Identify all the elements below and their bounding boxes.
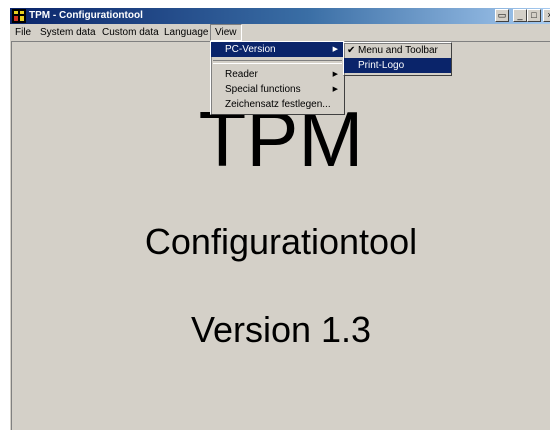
version-label: Version 1.3 [190, 309, 372, 350]
menu-item-menu-and-toolbar[interactable]: ✔ Menu and Toolbar [344, 43, 451, 58]
app-subheading: Configurationtool [144, 221, 418, 262]
menu-item-pc-version[interactable]: PC-Version ▶ [211, 42, 344, 57]
minimize-button[interactable]: _ [513, 9, 527, 22]
window-title: TPM - Configurationtool [29, 10, 143, 21]
submenu-arrow-icon: ▶ [332, 86, 338, 93]
view-menu-dropdown: PC-Version ▶ Reader ▶ Special functions … [210, 41, 345, 115]
main-window: TPM - Configurationtool ▭ _ □ × File Sys… [9, 7, 550, 430]
title-bar[interactable]: TPM - Configurationtool ▭ _ □ × [10, 8, 550, 24]
menu-view[interactable]: View [210, 24, 242, 41]
check-icon: ✔ [347, 45, 356, 56]
maximize-button[interactable]: □ [527, 9, 541, 22]
submenu-arrow-icon: ▶ [332, 71, 338, 78]
menu-separator [213, 60, 342, 64]
close-button[interactable]: × [543, 9, 550, 22]
submenu-arrow-icon: ▶ [332, 46, 338, 53]
menu-item-print-logo[interactable]: Print-Logo [344, 58, 451, 73]
menu-system-data[interactable]: System data [36, 24, 100, 41]
menu-item-special-functions[interactable]: Special functions ▶ [211, 82, 344, 97]
menu-item-reader[interactable]: Reader ▶ [211, 67, 344, 82]
menu-bar: File System data Custom data Language Vi… [10, 24, 550, 41]
menu-file[interactable]: File [11, 24, 35, 41]
menu-custom-data[interactable]: Custom data [98, 24, 163, 41]
menu-item-zeichensatz[interactable]: Zeichensatz festlegen... [211, 97, 344, 112]
app-icon[interactable] [12, 9, 26, 23]
menu-language[interactable]: Language [160, 24, 213, 41]
restore-icon[interactable]: ▭ [495, 9, 509, 22]
pc-version-submenu: ✔ Menu and Toolbar Print-Logo [343, 42, 452, 76]
